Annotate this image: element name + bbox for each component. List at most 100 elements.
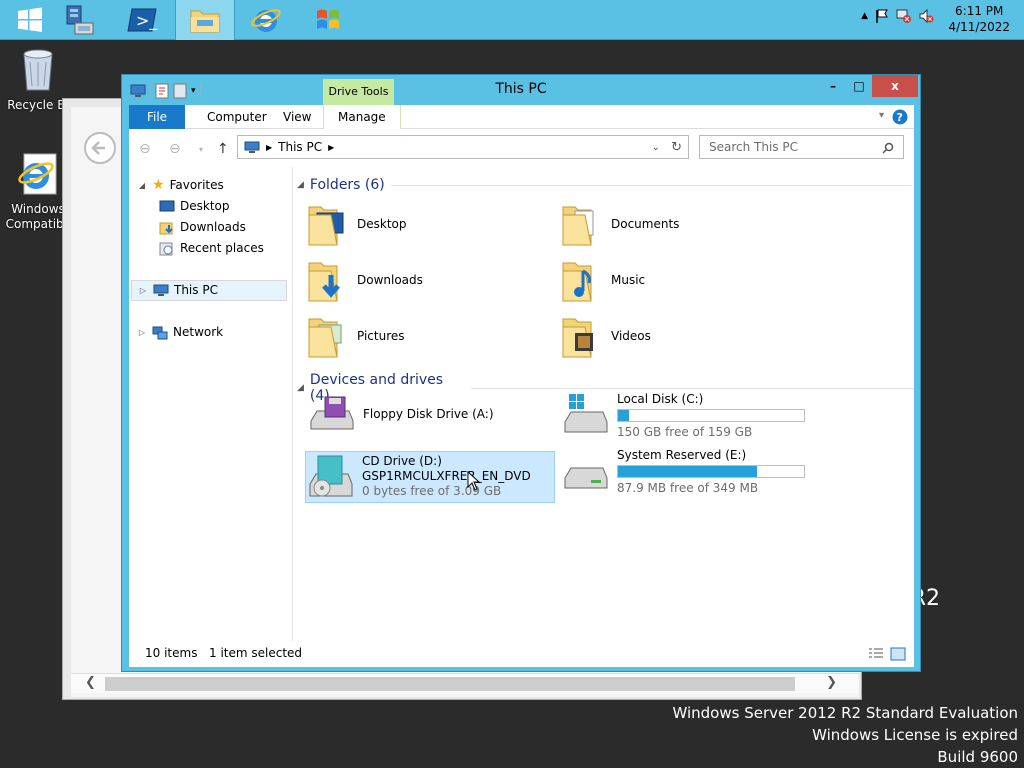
server-manager-icon xyxy=(66,5,94,35)
nav-network[interactable]: ▷ Network xyxy=(137,322,223,343)
nav-downloads[interactable]: Downloads xyxy=(159,217,246,238)
cd-drive-icon xyxy=(309,455,353,497)
refresh-icon[interactable]: ↻ xyxy=(671,140,682,155)
floppy-drive-icon xyxy=(310,396,354,430)
drive-name: Floppy Disk Drive (A:) xyxy=(363,407,494,421)
drive-item-system-reserved-e[interactable]: System Reserved (E:) 87.9 MB free of 349… xyxy=(561,448,805,496)
breadcrumb-this-pc[interactable]: This PC xyxy=(278,140,322,154)
forward-icon[interactable]: ⊖ xyxy=(169,141,181,157)
address-bar[interactable]: ▶ This PC ▶ ⌄ ↻ xyxy=(237,135,689,159)
drive-text: System Reserved (E:) 87.9 MB free of 349… xyxy=(617,448,805,496)
group-divider xyxy=(390,184,911,186)
downloads-icon xyxy=(159,222,173,234)
internet-explorer-button[interactable] xyxy=(236,0,296,40)
breadcrumb-chevron-icon[interactable]: ▶ xyxy=(328,143,334,152)
folder-item-music[interactable]: Music xyxy=(561,257,645,303)
nav-favorites-label: Favorites xyxy=(169,178,224,192)
downloads-folder-icon xyxy=(308,262,340,302)
folder-item-pictures[interactable]: Pictures xyxy=(307,313,405,359)
details-view-icon[interactable] xyxy=(868,647,884,661)
volume-muted-icon[interactable] xyxy=(918,8,934,24)
scroll-right-icon[interactable]: ❯ xyxy=(826,675,837,690)
status-selection: 1 item selected xyxy=(209,646,303,660)
folder-item-desktop[interactable]: Desktop xyxy=(307,201,407,247)
collapse-group-icon[interactable]: ◢ xyxy=(297,383,304,393)
breadcrumb-separator-icon[interactable]: ▶ xyxy=(266,143,272,152)
large-icons-view-icon[interactable] xyxy=(890,647,906,661)
tab-computer[interactable]: Computer xyxy=(193,105,281,129)
scrollbar-thumb[interactable] xyxy=(105,677,795,691)
server-manager-button[interactable] xyxy=(50,0,110,40)
up-arrow-icon[interactable]: ↑ xyxy=(217,141,229,157)
drive-usage-fill xyxy=(618,466,758,477)
network-icon xyxy=(152,326,168,339)
folder-item-documents[interactable]: Documents xyxy=(561,201,679,247)
expand-icon[interactable]: ▷ xyxy=(138,280,148,301)
drive-item-cd-d[interactable]: CD Drive (D:) GSP1RMCULXFRER_EN_DVD 0 by… xyxy=(305,451,555,503)
status-bar: 10 items 1 item selected xyxy=(129,641,914,667)
network-error-icon[interactable] xyxy=(896,8,912,24)
drive-name: Local Disk (C:) xyxy=(617,392,704,406)
recycle-bin-icon xyxy=(23,49,53,91)
nav-this-pc-label: This PC xyxy=(174,283,218,297)
nav-favorites[interactable]: ◢ ★ Favorites xyxy=(137,175,224,196)
tab-manage[interactable]: Manage xyxy=(323,105,401,129)
folder-item-label: Pictures xyxy=(357,329,405,343)
help-icon[interactable]: ? xyxy=(892,109,908,125)
drive-free-space: 150 GB free of 159 GB xyxy=(617,425,753,439)
search-input[interactable]: Search This PC xyxy=(699,135,904,159)
recent-locations-icon[interactable]: ▾ xyxy=(199,145,203,154)
drive-text: Floppy Disk Drive (A:) xyxy=(363,395,494,422)
tab-file[interactable]: File xyxy=(129,105,185,129)
tray-expand-icon[interactable]: ▲ xyxy=(861,11,868,21)
minimize-button[interactable]: – xyxy=(820,75,846,97)
windows-update-button[interactable] xyxy=(298,0,358,40)
nav-recent-places[interactable]: Recent places xyxy=(159,238,264,259)
nav-desktop[interactable]: Desktop xyxy=(159,196,230,217)
nav-network-label: Network xyxy=(173,325,224,339)
navigation-bar: ⊖ ⊖ ▾ ↑ ▶ This PC ▶ ⌄ ↻ Search This PC xyxy=(129,129,914,167)
folder-item-videos[interactable]: Videos xyxy=(561,313,651,359)
drive-volume-label: GSP1RMCULXFRER_EN_DVD xyxy=(362,469,531,483)
collapse-icon[interactable]: ◢ xyxy=(137,175,147,196)
back-icon[interactable]: ⊖ xyxy=(139,141,151,157)
file-explorer-button[interactable] xyxy=(175,0,235,40)
horizontal-scrollbar[interactable]: ❮ ❯ xyxy=(71,673,859,693)
nav-this-pc[interactable]: ▷ This PC xyxy=(131,280,287,301)
tab-view[interactable]: View xyxy=(269,105,325,129)
navigation-pane: ◢ ★ Favorites Desktop Downloads Recent p… xyxy=(129,167,293,641)
ribbon-tabs: File Computer View Manage ▾ ? xyxy=(129,105,914,129)
powershell-icon: >_ xyxy=(127,8,158,32)
expand-ribbon-icon[interactable]: ▾ xyxy=(879,110,884,121)
search-icon[interactable] xyxy=(882,142,894,154)
star-icon: ★ xyxy=(152,177,165,193)
pictures-folder-icon xyxy=(308,318,342,358)
watermark-line2: Windows License is expired xyxy=(812,726,1018,744)
group-folders[interactable]: ◢ Folders (6) xyxy=(297,177,911,193)
folder-item-downloads[interactable]: Downloads xyxy=(307,257,423,303)
folder-icon xyxy=(190,10,220,33)
folder-item-label: Music xyxy=(611,273,646,287)
title-bar[interactable]: ▾ Drive Tools This PC – □ x xyxy=(122,75,920,105)
drive-item-floppy-a[interactable]: Floppy Disk Drive (A:) xyxy=(307,395,494,435)
taskbar: >_ ▲ 6:11 PM 4/11/2022 xyxy=(0,0,1024,40)
scroll-left-icon[interactable]: ❮ xyxy=(85,675,96,690)
desktop-folder-icon xyxy=(308,206,344,246)
system-reserved-drive-icon xyxy=(564,467,608,489)
back-arrow-icon[interactable] xyxy=(83,131,117,165)
address-dropdown-icon[interactable]: ⌄ xyxy=(652,142,660,153)
folder-item-label: Desktop xyxy=(357,217,407,231)
mouse-cursor-icon xyxy=(467,471,481,491)
powershell-button[interactable]: >_ xyxy=(112,0,172,40)
collapse-group-icon[interactable]: ◢ xyxy=(297,180,304,190)
explorer-window[interactable]: ▾ Drive Tools This PC – □ x File Compute… xyxy=(121,74,921,672)
drive-item-local-c[interactable]: Local Disk (C:) 150 GB free of 159 GB xyxy=(561,392,805,440)
svg-text:>_: >_ xyxy=(136,11,158,31)
desktop-icon xyxy=(159,200,175,212)
maximize-button[interactable]: □ xyxy=(846,75,872,97)
expand-icon[interactable]: ▷ xyxy=(137,322,147,343)
close-button[interactable]: x xyxy=(872,75,918,97)
nav-desktop-label: Desktop xyxy=(180,199,230,213)
action-center-flag-icon[interactable] xyxy=(874,8,890,24)
clock[interactable]: 6:11 PM 4/11/2022 xyxy=(948,3,1010,35)
